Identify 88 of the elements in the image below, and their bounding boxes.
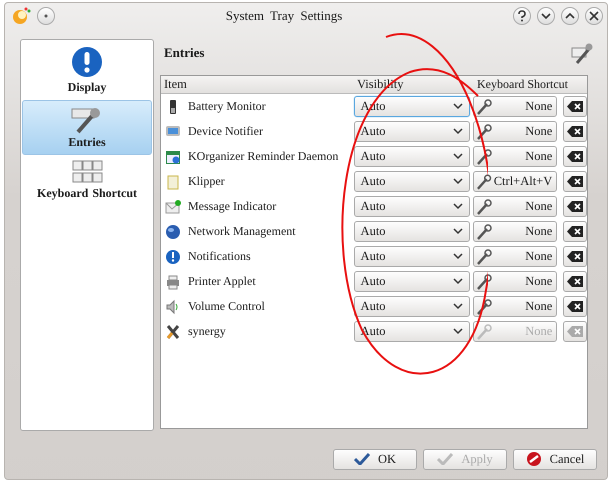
close-button[interactable] <box>585 7 603 25</box>
shortcut-button[interactable]: Ctrl+Alt+V <box>473 171 558 192</box>
clear-shortcut-button[interactable] <box>563 96 588 117</box>
chevron-down-icon <box>452 228 463 235</box>
backspace-icon <box>567 226 584 237</box>
window-title: System Tray Settings <box>224 8 344 24</box>
item-name: Device Notifier <box>188 124 263 139</box>
chevron-down-icon <box>452 203 463 210</box>
calendar-icon <box>165 148 181 164</box>
backspace-icon <box>567 126 584 137</box>
clear-shortcut-button[interactable] <box>563 246 588 267</box>
item-name: Network Management <box>188 224 296 239</box>
backspace-icon <box>567 326 584 337</box>
visibility-dropdown[interactable]: Auto <box>354 296 470 317</box>
column-header[interactable]: Item <box>161 77 354 92</box>
shortcut-button[interactable]: None <box>473 296 558 317</box>
chevron-down-icon <box>452 128 463 135</box>
backspace-icon <box>567 301 584 312</box>
clear-shortcut-button[interactable] <box>563 146 588 167</box>
backspace-icon <box>567 101 584 112</box>
clear-shortcut-button[interactable] <box>563 171 588 192</box>
visibility-dropdown[interactable]: Auto <box>354 121 470 142</box>
backspace-icon <box>567 251 584 262</box>
close-icon <box>589 11 599 21</box>
item-name: Printer Applet <box>188 274 256 289</box>
chevron-down-icon <box>452 303 463 310</box>
chevron-down-icon <box>452 253 463 260</box>
visibility-dropdown[interactable]: Auto <box>354 271 470 292</box>
clear-shortcut-button[interactable] <box>563 121 588 142</box>
clear-shortcut-button[interactable] <box>563 221 588 242</box>
dialog-button[interactable]: OK <box>333 448 417 470</box>
backspace-icon <box>567 276 584 287</box>
chevron-down-icon <box>452 178 463 185</box>
clear-shortcut-button[interactable] <box>563 296 588 317</box>
help-icon <box>517 10 527 22</box>
checkmark-icon <box>437 453 454 465</box>
column-header[interactable]: Keyboard Shortcut <box>474 77 587 92</box>
backspace-icon <box>567 151 584 162</box>
sidebar-item[interactable]: Keyboard Shortcut <box>22 155 152 206</box>
dialog-button[interactable]: Cancel <box>513 448 597 470</box>
chevron-down-icon <box>452 103 463 110</box>
visibility-dropdown[interactable]: Auto <box>354 196 470 217</box>
chevron-down-icon <box>452 328 463 335</box>
visibility-dropdown[interactable]: Auto <box>354 221 470 242</box>
visibility-dropdown[interactable]: Auto <box>354 246 470 267</box>
maximize-button[interactable] <box>561 7 579 25</box>
sidebar-item[interactable]: Entries <box>22 100 152 155</box>
shortcut-button[interactable]: None <box>473 221 558 242</box>
shortcut-button[interactable]: None <box>473 246 558 267</box>
visibility-dropdown[interactable]: Auto <box>354 146 470 167</box>
x-icon <box>165 324 181 340</box>
page-heading: Entries <box>164 45 204 61</box>
shortcut-button[interactable]: None <box>473 96 558 117</box>
shortcut-button[interactable]: None <box>473 146 558 167</box>
item-name: Battery Monitor <box>188 99 266 114</box>
chevron-down-icon <box>452 153 463 160</box>
checkmark-icon <box>354 453 370 465</box>
globe-icon <box>165 224 181 240</box>
keyboard-icon <box>70 159 104 185</box>
backspace-icon <box>567 201 584 212</box>
chevron-down-icon <box>452 278 463 285</box>
app-logo-icon <box>11 6 31 26</box>
item-name: Notifications <box>188 249 251 264</box>
visibility-dropdown[interactable]: Auto <box>354 171 470 192</box>
item-name: KOrganizer Reminder Daemon <box>188 149 338 164</box>
info-icon <box>165 248 181 264</box>
cancel-icon <box>526 451 542 467</box>
minimize-button[interactable] <box>537 7 555 25</box>
pin-button[interactable] <box>37 7 55 25</box>
envelope-icon <box>165 198 181 214</box>
backspace-icon <box>567 176 584 187</box>
printer-icon <box>165 274 181 290</box>
clear-shortcut-button[interactable] <box>563 271 588 292</box>
clear-shortcut-button[interactable] <box>563 196 588 217</box>
help-button[interactable] <box>513 7 531 25</box>
shortcut-button[interactable]: None <box>473 271 558 292</box>
dot-icon <box>42 12 50 20</box>
item-name: synergy <box>188 324 226 339</box>
shortcut-button[interactable]: None <box>473 121 558 142</box>
item-name: Klipper <box>188 174 225 189</box>
item-name: Volume Control <box>188 299 265 314</box>
clipboard-icon <box>165 174 181 190</box>
chevron-down-icon <box>541 12 551 20</box>
shortcut-button[interactable]: None <box>473 196 558 217</box>
chevron-up-icon <box>565 12 575 20</box>
sidebar-item[interactable]: Display <box>22 41 152 100</box>
info-icon <box>70 45 104 79</box>
item-name: Message Indicator <box>188 199 276 214</box>
